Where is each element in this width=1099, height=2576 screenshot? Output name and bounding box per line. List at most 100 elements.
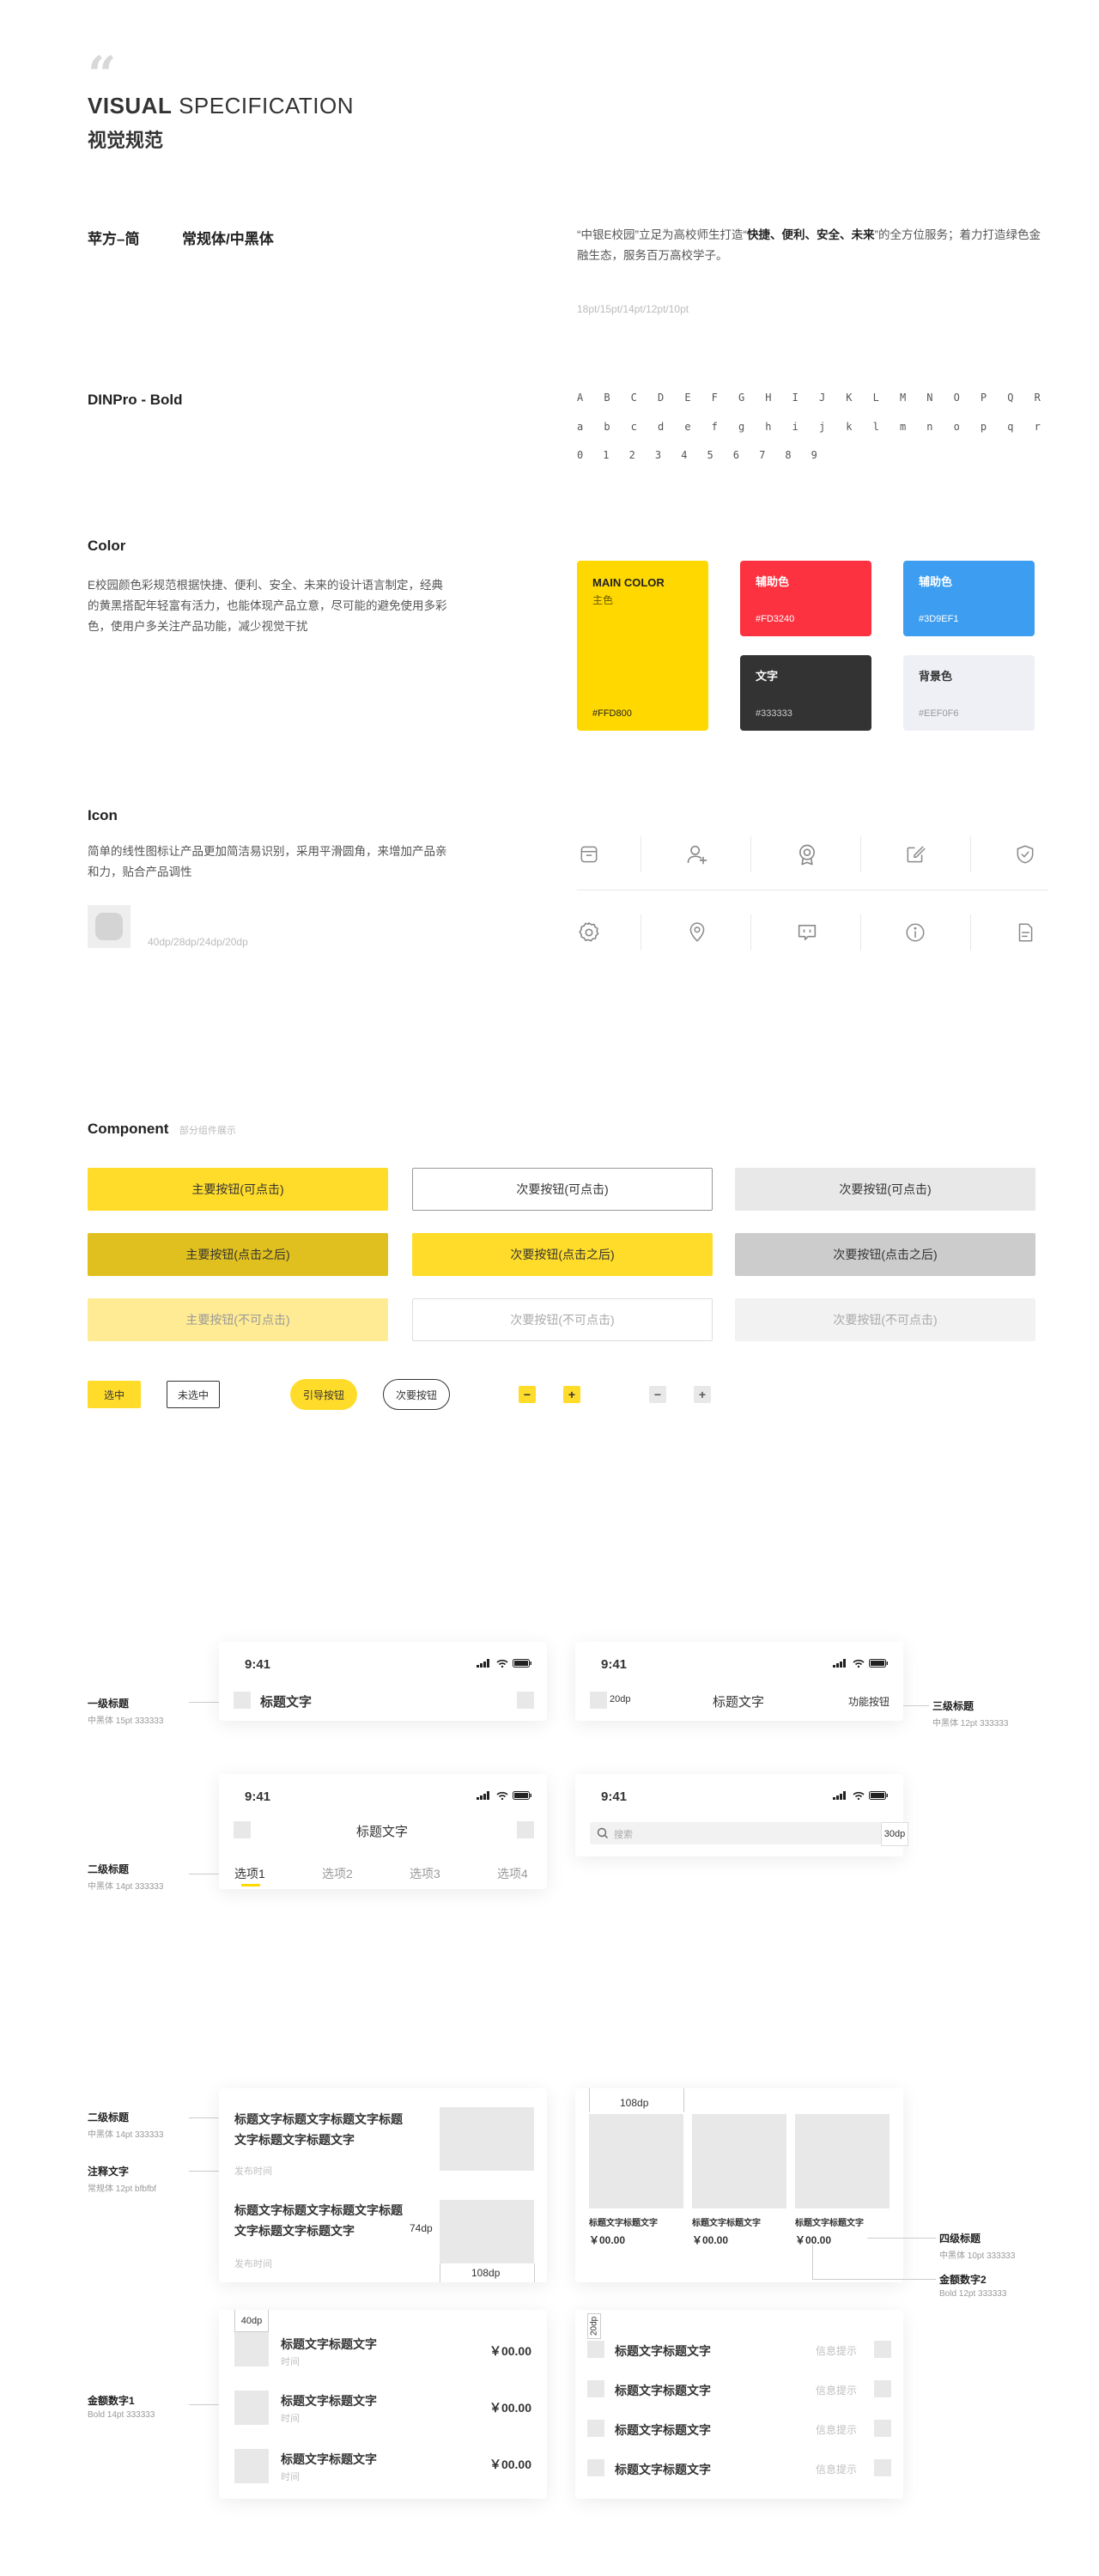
secondary-button-outline-pressed[interactable]: 次要按钮(点击之后) — [412, 1233, 713, 1276]
dimension-108dp: 108dp — [620, 2097, 649, 2109]
glyph: A — [577, 392, 584, 404]
plus-button[interactable]: + — [694, 1386, 711, 1403]
glyph: r — [1034, 421, 1041, 433]
glyph: F — [711, 392, 718, 404]
info-hint: 信息提示 — [816, 2385, 858, 2397]
item-thumbnail — [234, 2332, 269, 2366]
checkbox[interactable] — [587, 2380, 604, 2397]
tag-selected[interactable]: 选中 — [88, 1381, 141, 1408]
product-price: ￥00.00 — [589, 2234, 626, 2246]
item-time: 时间 — [281, 2414, 300, 2424]
glyph: l — [872, 421, 879, 433]
item-title[interactable]: 标题文字标题文字 — [281, 2336, 377, 2353]
item-amount: ￥00.00 — [489, 2458, 531, 2471]
product-image[interactable] — [692, 2114, 786, 2208]
glyph: I — [792, 392, 798, 404]
nav-title: 标题文字 — [260, 1695, 313, 1710]
glyph: f — [711, 421, 718, 433]
glyph: p — [980, 421, 987, 433]
amount-list-card: 40dp 标题文字标题文字 时间 ￥00.00 标题文字标题文字 时间 ￥00.… — [219, 2310, 547, 2499]
glyph: 2 — [628, 449, 635, 461]
plus-button-active[interactable]: + — [563, 1386, 580, 1403]
info-hint: 信息提示 — [816, 2345, 858, 2357]
check-title: 标题文字标题文字 — [615, 2423, 711, 2437]
secondary-button-gray[interactable]: 次要按钮(可点击) — [735, 1168, 1035, 1211]
glyph: i — [792, 421, 798, 433]
primary-button-disabled: 主要按钮(不可点击) — [88, 1298, 388, 1341]
tab-2[interactable]: 选项2 — [322, 1865, 353, 1882]
more-icon[interactable] — [517, 1821, 534, 1838]
back-icon[interactable] — [234, 1821, 251, 1838]
secondary-button-gray-disabled: 次要按钮(不可点击) — [735, 1298, 1035, 1341]
dimension-40dp: 40dp — [234, 2310, 269, 2332]
tag-unselected[interactable]: 未选中 — [167, 1381, 220, 1408]
badge-icon — [790, 837, 824, 872]
arrow-icon[interactable] — [874, 2380, 891, 2397]
glyph: N — [926, 392, 933, 404]
news-thumbnail — [440, 2200, 534, 2263]
glyph: a — [577, 421, 584, 433]
product-title: 标题文字标题文字 — [795, 2219, 864, 2228]
product-title: 标题文字标题文字 — [589, 2219, 658, 2228]
glyph: k — [846, 421, 853, 433]
product-title: 标题文字标题文字 — [692, 2219, 761, 2228]
secondary-button-outline-disabled: 次要按钮(不可点击) — [412, 1298, 713, 1341]
digits-row: 0 1 2 3 4 5 6 7 8 9 — [577, 449, 817, 461]
color-desc: E校园颜色彩规范根据快捷、便利、安全、未来的设计语言制定，经典的黄黑搭配年轻富有… — [88, 579, 447, 633]
primary-button-pressed[interactable]: 主要按钮(点击之后) — [88, 1233, 388, 1276]
tab-3[interactable]: 选项3 — [410, 1865, 440, 1882]
icon-sizes: 40dp/28dp/24dp/20dp — [148, 936, 248, 948]
guide-button[interactable]: 引导按钮 — [290, 1379, 357, 1410]
glyph: 3 — [654, 449, 662, 461]
navbar-tabs: 9:41 标题文字 选项1 选项2 选项3 选项4 — [219, 1774, 547, 1889]
glyph: C — [630, 392, 637, 404]
minus-button[interactable]: − — [649, 1386, 666, 1403]
checkbox[interactable] — [587, 2341, 604, 2358]
dimension-30dp: 30dp — [881, 1822, 908, 1846]
news-title[interactable]: 标题文字标题文字标题文字标题 文字标题文字标题文字 — [234, 2200, 440, 2241]
glyph: 8 — [785, 449, 792, 461]
item-thumbnail — [234, 2449, 269, 2483]
more-icon[interactable] — [517, 1692, 534, 1709]
back-icon[interactable] — [590, 1692, 607, 1709]
status-icons — [477, 1659, 531, 1668]
news-title[interactable]: 标题文字标题文字标题文字标题 文字标题文字标题文字 — [234, 2109, 440, 2150]
checkbox[interactable] — [587, 2420, 604, 2437]
search-input[interactable]: 搜索 — [590, 1822, 882, 1844]
minus-button-active[interactable]: − — [519, 1386, 536, 1403]
product-image[interactable] — [795, 2114, 890, 2208]
glyph: R — [1034, 392, 1041, 404]
annotation-level2: 二级标题 中黑体 14pt 333333 — [88, 1863, 164, 1892]
secondary-pill-button[interactable]: 次要按钮 — [383, 1379, 450, 1410]
item-title[interactable]: 标题文字标题文字 — [281, 2451, 377, 2468]
tab-1[interactable]: 选项1 — [234, 1865, 265, 1882]
back-icon[interactable] — [234, 1692, 251, 1709]
edit-icon — [898, 837, 932, 872]
arrow-icon[interactable] — [874, 2341, 891, 2358]
swatch-main-color: MAIN COLOR 主色 #FFD800 — [577, 561, 708, 731]
secondary-button-gray-pressed[interactable]: 次要按钮(点击之后) — [735, 1233, 1035, 1276]
tab-4[interactable]: 选项4 — [497, 1865, 528, 1882]
primary-button[interactable]: 主要按钮(可点击) — [88, 1168, 388, 1211]
glyph: q — [1007, 421, 1014, 433]
glyph: 1 — [603, 449, 610, 461]
arrow-icon[interactable] — [874, 2459, 891, 2476]
navbar-search: 9:41 搜索 30dp — [575, 1774, 908, 1856]
secondary-button-outline[interactable]: 次要按钮(可点击) — [412, 1168, 713, 1211]
nav-title-centered: 标题文字 — [356, 1825, 409, 1839]
quote-mark-icon: “ — [88, 50, 117, 84]
dimension-74dp: 74dp — [410, 2222, 433, 2234]
info-hint: 信息提示 — [816, 2464, 858, 2476]
annotation-level3: 三级标题 中黑体 12pt 333333 — [932, 1700, 1009, 1728]
product-image[interactable] — [589, 2114, 683, 2208]
annotation-level1: 一级标题 中黑体 15pt 333333 — [88, 1698, 164, 1726]
arrow-icon[interactable] — [874, 2420, 891, 2437]
checkbox[interactable] — [587, 2459, 604, 2476]
glyph: E — [684, 392, 691, 404]
function-button[interactable]: 功能按钮 — [848, 1694, 890, 1709]
glyph: K — [846, 392, 853, 404]
color-title: Color — [88, 538, 126, 554]
glyph: P — [980, 392, 987, 404]
shield-check-icon — [1008, 837, 1042, 872]
item-title[interactable]: 标题文字标题文字 — [281, 2392, 377, 2409]
